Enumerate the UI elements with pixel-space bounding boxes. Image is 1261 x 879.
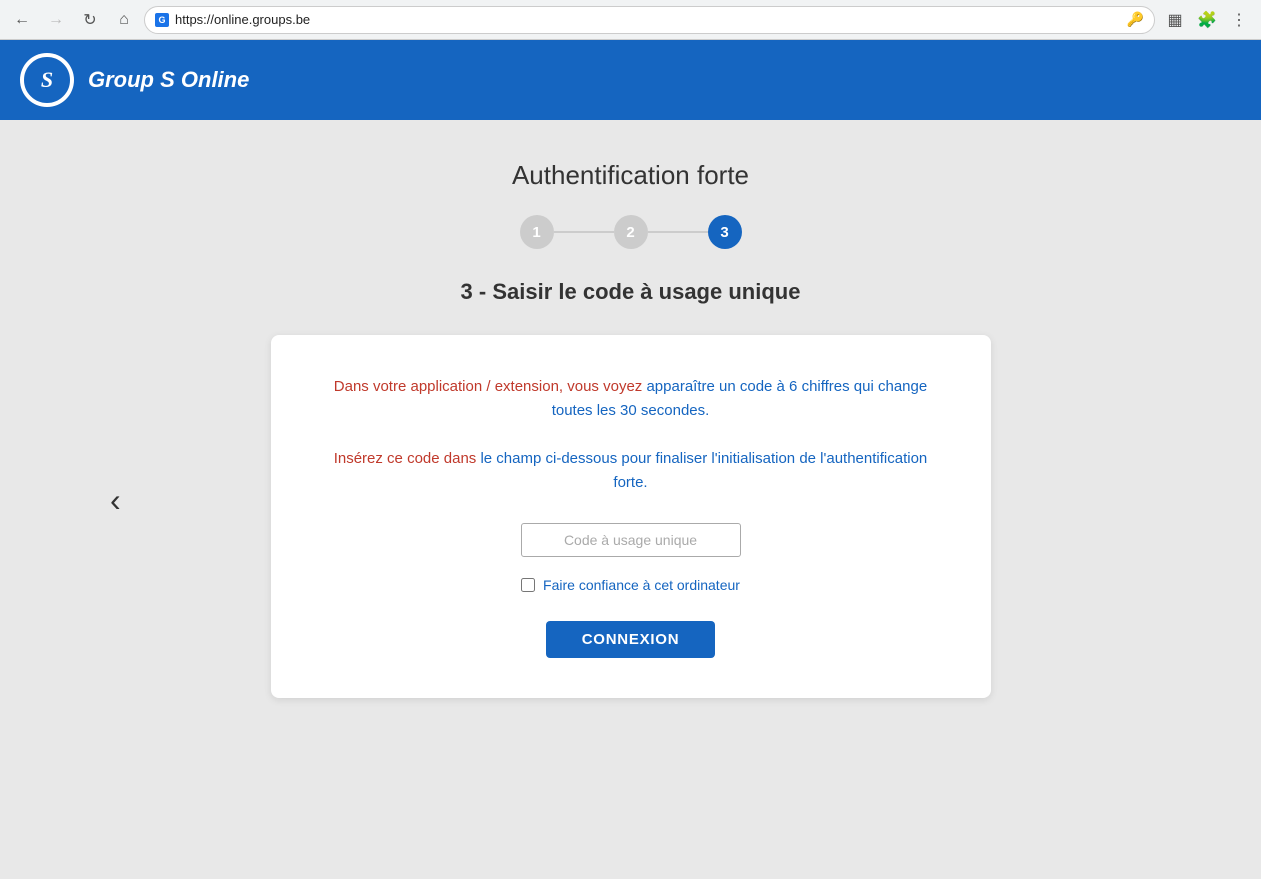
card-info-text: Dans votre application / extension, vous… — [331, 375, 931, 423]
step-3-circle: 3 — [708, 215, 742, 249]
home-button[interactable]: ⌂ — [110, 6, 138, 34]
page-title: Authentification forte — [512, 160, 749, 191]
reload-button[interactable]: ↻ — [76, 6, 104, 34]
step-line-2 — [648, 231, 708, 233]
info-text-part1: Dans votre application / extension, vous… — [334, 378, 647, 395]
instruction-highlight: le champ ci-dessous pour finaliser l'ini… — [480, 450, 927, 491]
logo-badge-inner: S — [24, 57, 70, 103]
main-content: ‹ Authentification forte 1 2 3 3 - Saisi… — [0, 120, 1261, 879]
code-input[interactable] — [521, 523, 741, 557]
url-text: https://online.groups.be — [175, 12, 1121, 27]
step-2-circle: 2 — [614, 215, 648, 249]
step-subtitle: 3 - Saisir le code à usage unique — [461, 279, 801, 305]
menu-button[interactable]: ⋮ — [1225, 6, 1253, 34]
site-header: S Group S Online — [0, 40, 1261, 120]
profile-button[interactable]: 🧩 — [1193, 6, 1221, 34]
site-logo: S Group S Online — [20, 53, 249, 107]
trust-computer-label[interactable]: Faire confiance à cet ordinateur — [543, 577, 740, 593]
brand-name: Group S Online — [88, 67, 249, 93]
logo-badge: S — [20, 53, 74, 107]
browser-toolbar: ▦ 🧩 ⋮ — [1161, 6, 1253, 34]
qr-button[interactable]: ▦ — [1161, 6, 1189, 34]
trust-computer-checkbox[interactable] — [521, 578, 535, 592]
back-arrow-button[interactable]: ‹ — [110, 484, 121, 516]
key-icon: 🔑 — [1127, 11, 1144, 28]
card: Dans votre application / extension, vous… — [271, 335, 991, 698]
checkbox-row: Faire confiance à cet ordinateur — [331, 577, 931, 593]
browser-chrome: ← → ↻ ⌂ G https://online.groups.be 🔑 ▦ 🧩… — [0, 0, 1261, 40]
back-button[interactable]: ← — [8, 6, 36, 34]
forward-button[interactable]: → — [42, 6, 70, 34]
instruction-part1: Insérez ce code dans — [334, 450, 481, 467]
address-bar[interactable]: G https://online.groups.be 🔑 — [144, 6, 1155, 34]
connexion-button[interactable]: CONNEXION — [546, 621, 716, 658]
step-line-1 — [554, 231, 614, 233]
favicon: G — [155, 13, 169, 27]
card-instruction: Insérez ce code dans le champ ci-dessous… — [331, 447, 931, 495]
step-1-circle: 1 — [520, 215, 554, 249]
logo-s-letter: S — [41, 67, 53, 93]
step-indicators: 1 2 3 — [520, 215, 742, 249]
center-content: Authentification forte 1 2 3 3 - Saisir … — [271, 160, 991, 839]
